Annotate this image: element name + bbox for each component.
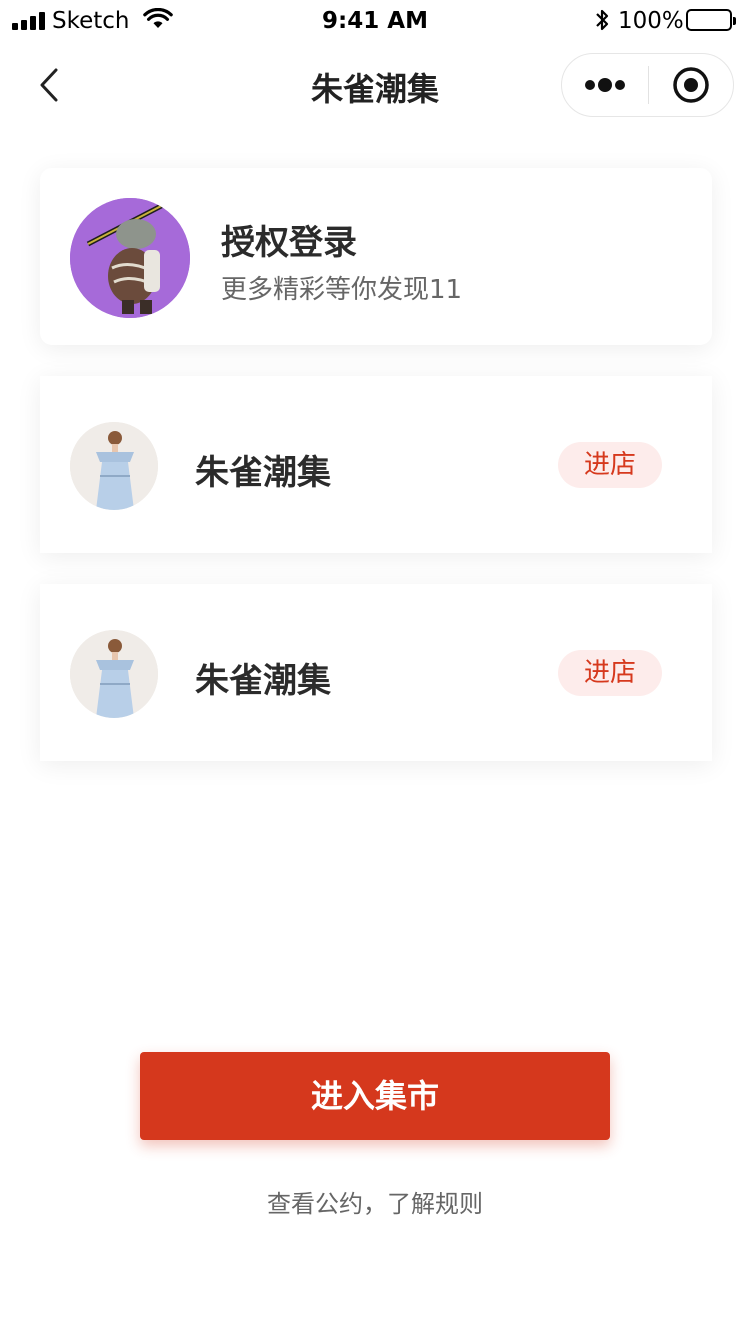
shop-avatar-image (70, 422, 158, 510)
enter-shop-button[interactable]: 进店 (558, 442, 662, 488)
status-bar: Sketch 9:41 AM 100% (0, 0, 750, 44)
close-target-icon (673, 67, 709, 103)
shop-avatar-image (70, 630, 158, 718)
shop-name: 朱雀潮集 (195, 661, 331, 701)
battery-percent: 100% (618, 8, 684, 34)
shop-name: 朱雀潮集 (195, 453, 331, 493)
close-button[interactable] (649, 54, 733, 116)
shop-card[interactable]: 朱雀潮集 进店 (40, 376, 712, 553)
battery-icon (686, 9, 736, 31)
shop-card[interactable]: 朱雀潮集 进店 (40, 584, 712, 761)
mini-program-capsule (561, 53, 734, 117)
login-title: 授权登录 (221, 223, 357, 263)
login-card[interactable]: 授权登录 更多精彩等你发现11 (40, 168, 712, 345)
enter-market-button[interactable]: 进入集市 (140, 1052, 610, 1140)
rules-link[interactable]: 查看公约，了解规则 (0, 1184, 750, 1219)
login-subtitle: 更多精彩等你发现11 (221, 275, 463, 305)
nav-bar: 朱雀潮集 (0, 44, 750, 128)
bluetooth-icon (594, 7, 610, 37)
avatar (70, 198, 190, 318)
user-avatar-image (70, 198, 190, 318)
more-dots-icon (585, 78, 625, 92)
shop-avatar (70, 422, 158, 510)
shop-avatar (70, 630, 158, 718)
more-button[interactable] (562, 54, 648, 116)
enter-shop-button[interactable]: 进店 (558, 650, 662, 696)
screen: Sketch 9:41 AM 100% 朱雀潮集 授权登录 更多精彩等你发现11… (0, 0, 750, 1334)
